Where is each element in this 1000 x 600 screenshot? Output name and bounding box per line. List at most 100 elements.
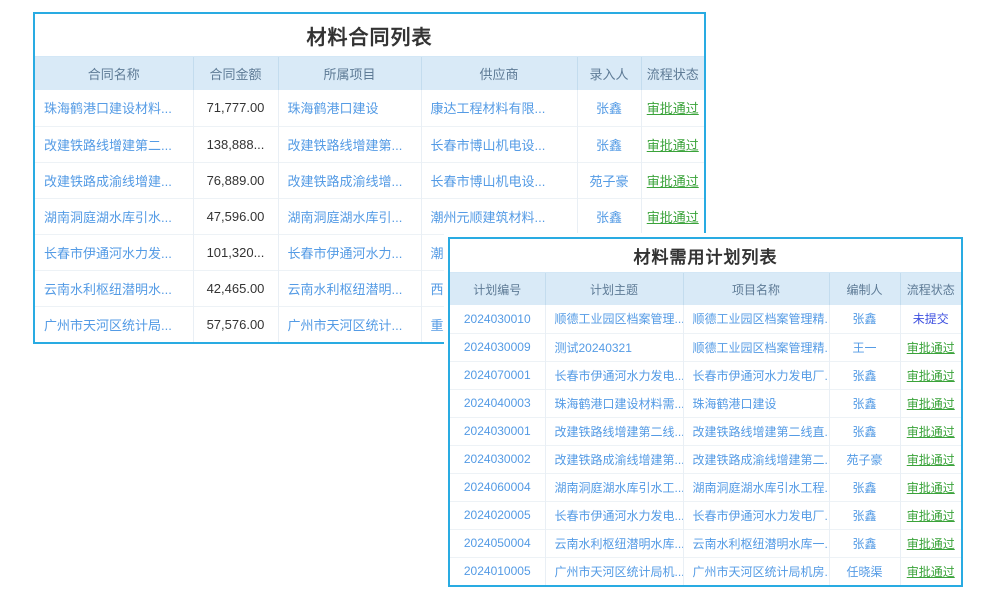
contract-amount-value: 138,888...	[193, 126, 278, 162]
plan-author-name: 苑子豪	[829, 445, 900, 473]
plan-header-author: 编制人	[829, 273, 900, 305]
contract-supplier-link[interactable]: 长春市博山机电设...	[421, 126, 577, 162]
plan-project-link[interactable]: 改建铁路线增建第二线直...	[683, 417, 829, 445]
plan-header-status: 流程状态	[900, 273, 961, 305]
plan-subject-link[interactable]: 长春市伊通河水力发电...	[545, 501, 683, 529]
contract-recorder-name: 张鑫	[577, 126, 641, 162]
plan-status-link[interactable]: 审批通过	[900, 501, 961, 529]
plan-status-link[interactable]: 未提交	[900, 305, 961, 333]
plan-project-link[interactable]: 顺德工业园区档案管理精...	[683, 305, 829, 333]
contract-table-row: 珠海鹤港口建设材料... 71,777.00 珠海鹤港口建设 康达工程材料有限.…	[35, 90, 704, 126]
contract-header-status: 流程状态	[641, 57, 704, 90]
contract-amount-value: 76,889.00	[193, 162, 278, 198]
plan-subject-link[interactable]: 云南水利枢纽潜明水库...	[545, 529, 683, 557]
plan-no-link[interactable]: 2024030001	[450, 417, 545, 445]
plan-table-row: 2024010005 广州市天河区统计局机... 广州市天河区统计局机房... …	[450, 557, 961, 585]
contract-table-row: 改建铁路成渝线增建... 76,889.00 改建铁路成渝线增... 长春市博山…	[35, 162, 704, 198]
contract-header-amount: 合同金额	[193, 57, 278, 90]
plan-subject-link[interactable]: 珠海鹤港口建设材料需...	[545, 389, 683, 417]
plan-author-name: 张鑫	[829, 305, 900, 333]
plan-subject-link[interactable]: 改建铁路成渝线增建第...	[545, 445, 683, 473]
plan-project-link[interactable]: 广州市天河区统计局机房...	[683, 557, 829, 585]
plan-project-link[interactable]: 珠海鹤港口建设	[683, 389, 829, 417]
plan-author-name: 张鑫	[829, 389, 900, 417]
plan-subject-link[interactable]: 长春市伊通河水力发电...	[545, 361, 683, 389]
contract-project-link[interactable]: 长春市伊通河水力...	[278, 234, 421, 270]
plan-no-link[interactable]: 2024010005	[450, 557, 545, 585]
contract-name-link[interactable]: 广州市天河区统计局...	[35, 306, 193, 342]
plan-project-link[interactable]: 长春市伊通河水力发电厂...	[683, 361, 829, 389]
contract-list-title: 材料合同列表	[35, 14, 704, 57]
contract-name-link[interactable]: 改建铁路线增建第二...	[35, 126, 193, 162]
plan-status-link[interactable]: 审批通过	[900, 389, 961, 417]
contract-name-link[interactable]: 长春市伊通河水力发...	[35, 234, 193, 270]
plan-author-name: 张鑫	[829, 501, 900, 529]
contract-supplier-link[interactable]: 康达工程材料有限...	[421, 90, 577, 126]
contract-project-link[interactable]: 广州市天河区统计...	[278, 306, 421, 342]
contract-table-row: 改建铁路线增建第二... 138,888... 改建铁路线增建第... 长春市博…	[35, 126, 704, 162]
plan-status-link[interactable]: 审批通过	[900, 361, 961, 389]
plan-project-link[interactable]: 云南水利枢纽潜明水库一...	[683, 529, 829, 557]
contract-amount-value: 71,777.00	[193, 90, 278, 126]
contract-header-name: 合同名称	[35, 57, 193, 90]
contract-project-link[interactable]: 珠海鹤港口建设	[278, 90, 421, 126]
plan-list-title: 材料需用计划列表	[450, 239, 961, 273]
contract-amount-value: 42,465.00	[193, 270, 278, 306]
contract-project-link[interactable]: 云南水利枢纽潜明...	[278, 270, 421, 306]
contract-supplier-link[interactable]: 长春市博山机电设...	[421, 162, 577, 198]
plan-status-link[interactable]: 审批通过	[900, 333, 961, 361]
plan-status-link[interactable]: 审批通过	[900, 473, 961, 501]
plan-status-link[interactable]: 审批通过	[900, 417, 961, 445]
contract-project-link[interactable]: 改建铁路线增建第...	[278, 126, 421, 162]
contract-amount-value: 101,320...	[193, 234, 278, 270]
contract-project-link[interactable]: 湖南洞庭湖水库引...	[278, 198, 421, 234]
plan-no-link[interactable]: 2024030010	[450, 305, 545, 333]
contract-status-link[interactable]: 审批通过	[641, 198, 704, 234]
plan-project-link[interactable]: 湖南洞庭湖水库引水工程...	[683, 473, 829, 501]
contract-status-link[interactable]: 审批通过	[641, 90, 704, 126]
plan-status-link[interactable]: 审批通过	[900, 529, 961, 557]
plan-no-link[interactable]: 2024020005	[450, 501, 545, 529]
contract-status-link[interactable]: 审批通过	[641, 162, 704, 198]
plan-author-name: 张鑫	[829, 529, 900, 557]
plan-no-link[interactable]: 2024030002	[450, 445, 545, 473]
plan-project-link[interactable]: 改建铁路成渝线增建第二...	[683, 445, 829, 473]
contract-amount-value: 47,596.00	[193, 198, 278, 234]
plan-table-header-row: 计划编号 计划主题 项目名称 编制人 流程状态	[450, 273, 961, 305]
plan-author-name: 张鑫	[829, 361, 900, 389]
contract-table-row: 湖南洞庭湖水库引水... 47,596.00 湖南洞庭湖水库引... 潮州元顺建…	[35, 198, 704, 234]
contract-header-supplier: 供应商	[421, 57, 577, 90]
contract-amount-value: 57,576.00	[193, 306, 278, 342]
plan-no-link[interactable]: 2024040003	[450, 389, 545, 417]
plan-status-link[interactable]: 审批通过	[900, 445, 961, 473]
plan-subject-link[interactable]: 测试20240321	[545, 333, 683, 361]
plan-header-project: 项目名称	[683, 273, 829, 305]
plan-author-name: 张鑫	[829, 417, 900, 445]
contract-name-link[interactable]: 改建铁路成渝线增建...	[35, 162, 193, 198]
contract-recorder-name: 张鑫	[577, 198, 641, 234]
contract-status-link[interactable]: 审批通过	[641, 126, 704, 162]
contract-name-link[interactable]: 珠海鹤港口建设材料...	[35, 90, 193, 126]
plan-author-name: 张鑫	[829, 473, 900, 501]
plan-status-link[interactable]: 审批通过	[900, 557, 961, 585]
contract-name-link[interactable]: 湖南洞庭湖水库引水...	[35, 198, 193, 234]
contract-recorder-name: 苑子豪	[577, 162, 641, 198]
plan-table-row: 2024070001 长春市伊通河水力发电... 长春市伊通河水力发电厂... …	[450, 361, 961, 389]
plan-subject-link[interactable]: 广州市天河区统计局机...	[545, 557, 683, 585]
contract-project-link[interactable]: 改建铁路成渝线增...	[278, 162, 421, 198]
plan-no-link[interactable]: 2024060004	[450, 473, 545, 501]
plan-project-link[interactable]: 长春市伊通河水力发电厂...	[683, 501, 829, 529]
plan-subject-link[interactable]: 顺德工业园区档案管理...	[545, 305, 683, 333]
plan-header-subject: 计划主题	[545, 273, 683, 305]
plan-no-link[interactable]: 2024030009	[450, 333, 545, 361]
plan-project-link[interactable]: 顺德工业园区档案管理精...	[683, 333, 829, 361]
contract-table-header-row: 合同名称 合同金额 所属项目 供应商 录入人 流程状态	[35, 57, 704, 90]
contract-name-link[interactable]: 云南水利枢纽潜明水...	[35, 270, 193, 306]
plan-subject-link[interactable]: 改建铁路线增建第二线...	[545, 417, 683, 445]
plan-no-link[interactable]: 2024070001	[450, 361, 545, 389]
plan-list-panel: 材料需用计划列表 计划编号 计划主题 项目名称 编制人 流程状态 2024030…	[448, 237, 963, 587]
contract-supplier-link[interactable]: 潮州元顺建筑材料...	[421, 198, 577, 234]
plan-author-name: 任晓渠	[829, 557, 900, 585]
plan-subject-link[interactable]: 湖南洞庭湖水库引水工...	[545, 473, 683, 501]
plan-no-link[interactable]: 2024050004	[450, 529, 545, 557]
